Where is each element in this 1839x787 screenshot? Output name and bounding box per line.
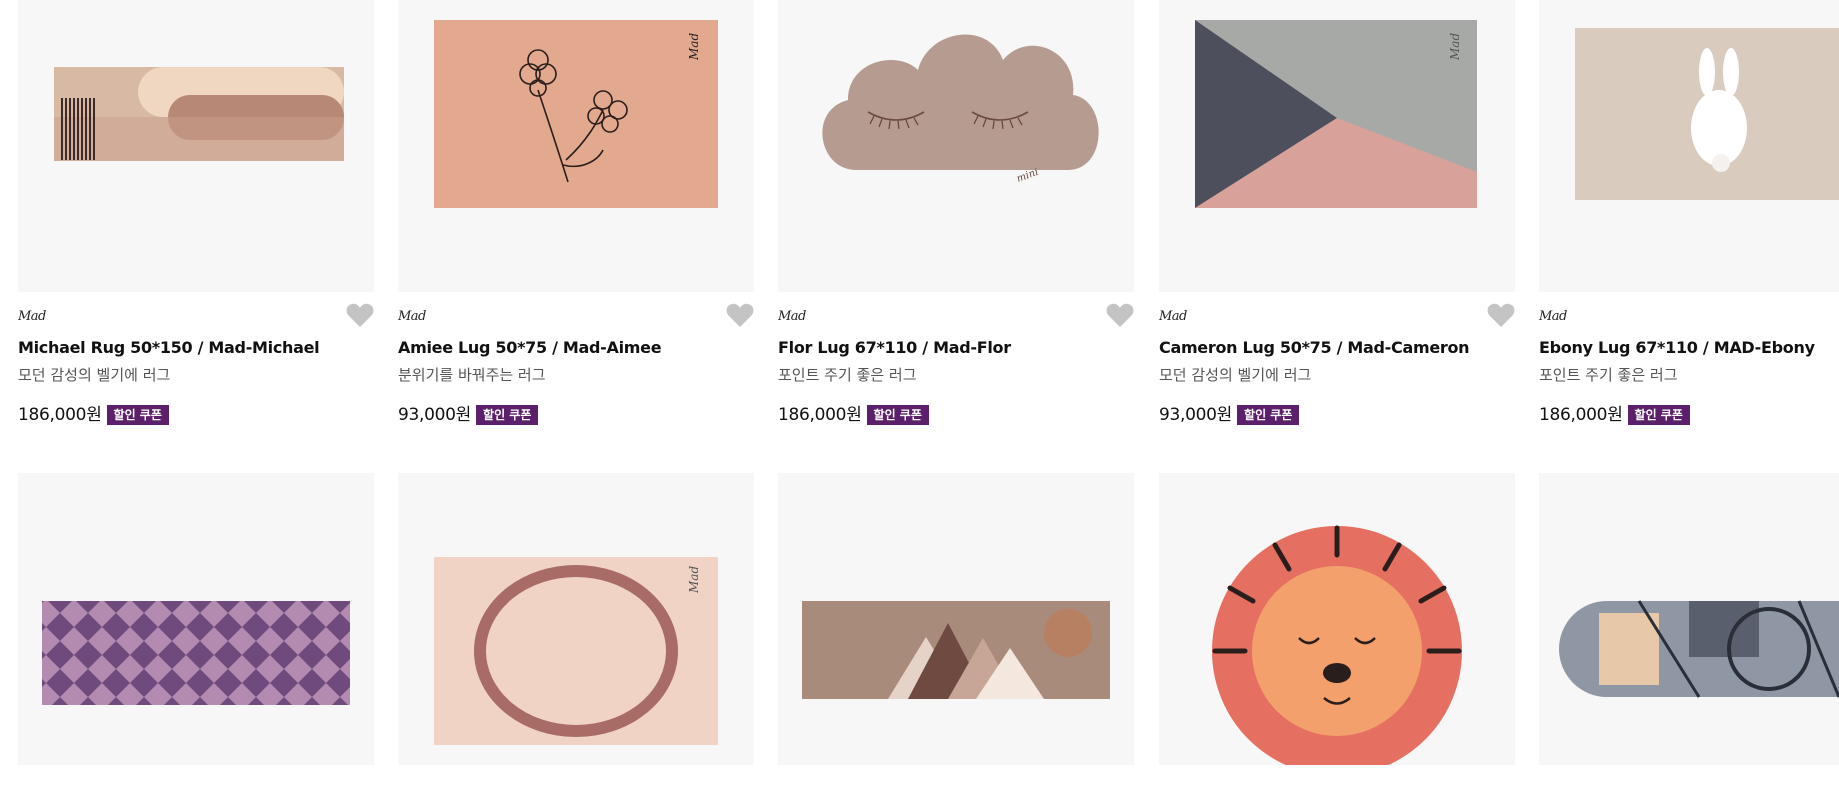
product-price: 93,000원 — [1159, 405, 1233, 425]
product-image[interactable] — [1159, 473, 1515, 765]
product-card[interactable]: Mad Mad Cameron Lug 50*75 / Mad-Cameron … — [1159, 0, 1515, 427]
product-price: 93,000원 — [398, 405, 472, 425]
product-description: 모던 감성의 벨기에 러그 — [18, 366, 171, 384]
product-name[interactable]: Ebony Lug 67*110 / MAD-Ebony — [1539, 338, 1839, 358]
product-name[interactable]: Flor Lug 67*110 / Mad-Flor — [778, 338, 1134, 358]
product-card[interactable] — [778, 473, 1134, 765]
product-description: 포인트 주기 좋은 러그 — [1539, 366, 1678, 384]
product-card[interactable]: Mad — [398, 473, 754, 765]
product-description: 포인트 주기 좋은 러그 — [778, 366, 917, 384]
brand-logo: Mad — [398, 309, 426, 324]
coupon-badge: 할인 쿠폰 — [476, 405, 539, 425]
product-image[interactable] — [778, 473, 1134, 765]
heart-icon[interactable] — [1106, 302, 1134, 328]
product-image[interactable] — [1539, 0, 1839, 292]
heart-icon[interactable] — [1487, 302, 1515, 328]
product-name[interactable]: Cameron Lug 50*75 / Mad-Cameron — [1159, 338, 1515, 358]
product-description: 모던 감성의 벨기에 러그 — [1159, 366, 1312, 384]
brand-logo: Mad — [18, 309, 46, 324]
product-image[interactable]: Mad — [398, 473, 754, 765]
product-card[interactable]: Mad Mad Amiee Lug 50*75 / Mad-Aimee 분위기를… — [398, 0, 754, 427]
svg-text:Mad: Mad — [1448, 33, 1462, 61]
product-grid: Mad Michael Rug 50*150 / Mad-Michael 모던 … — [0, 0, 1839, 787]
brand-logo: Mad — [1159, 309, 1187, 324]
product-card[interactable] — [18, 473, 374, 765]
product-image[interactable] — [18, 473, 374, 765]
product-card[interactable]: mini Mad Flor Lug 67*110 / Mad-Flor 포인트 … — [778, 0, 1134, 427]
coupon-badge: 할인 쿠폰 — [1237, 405, 1300, 425]
heart-icon[interactable] — [726, 302, 754, 328]
brand-logo: Mad — [778, 309, 806, 324]
coupon-badge: 할인 쿠폰 — [106, 405, 169, 425]
product-card[interactable] — [1539, 473, 1839, 765]
product-card[interactable]: Mad Michael Rug 50*150 / Mad-Michael 모던 … — [18, 0, 374, 427]
coupon-badge: 할인 쿠폰 — [866, 405, 929, 425]
heart-icon[interactable] — [346, 302, 374, 328]
product-card[interactable]: Mad Ebony Lug 67*110 / MAD-Ebony 포인트 주기 … — [1539, 0, 1839, 427]
svg-text:Mad: Mad — [687, 566, 701, 594]
coupon-badge: 할인 쿠폰 — [1627, 405, 1690, 425]
product-description: 분위기를 바꿔주는 러그 — [398, 366, 546, 384]
product-image[interactable]: Mad — [1159, 0, 1515, 292]
product-image[interactable] — [18, 0, 374, 292]
product-price: 186,000원 — [1539, 405, 1623, 425]
product-price: 186,000원 — [778, 405, 862, 425]
product-image[interactable] — [1539, 473, 1839, 765]
product-name[interactable]: Amiee Lug 50*75 / Mad-Aimee — [398, 338, 754, 358]
svg-text:Mad: Mad — [687, 33, 701, 61]
product-image[interactable]: mini — [778, 0, 1134, 292]
brand-logo: Mad — [1539, 309, 1567, 324]
product-card[interactable] — [1159, 473, 1515, 765]
product-image[interactable]: Mad — [398, 0, 754, 292]
product-name[interactable]: Michael Rug 50*150 / Mad-Michael — [18, 338, 374, 358]
product-price: 186,000원 — [18, 405, 102, 425]
